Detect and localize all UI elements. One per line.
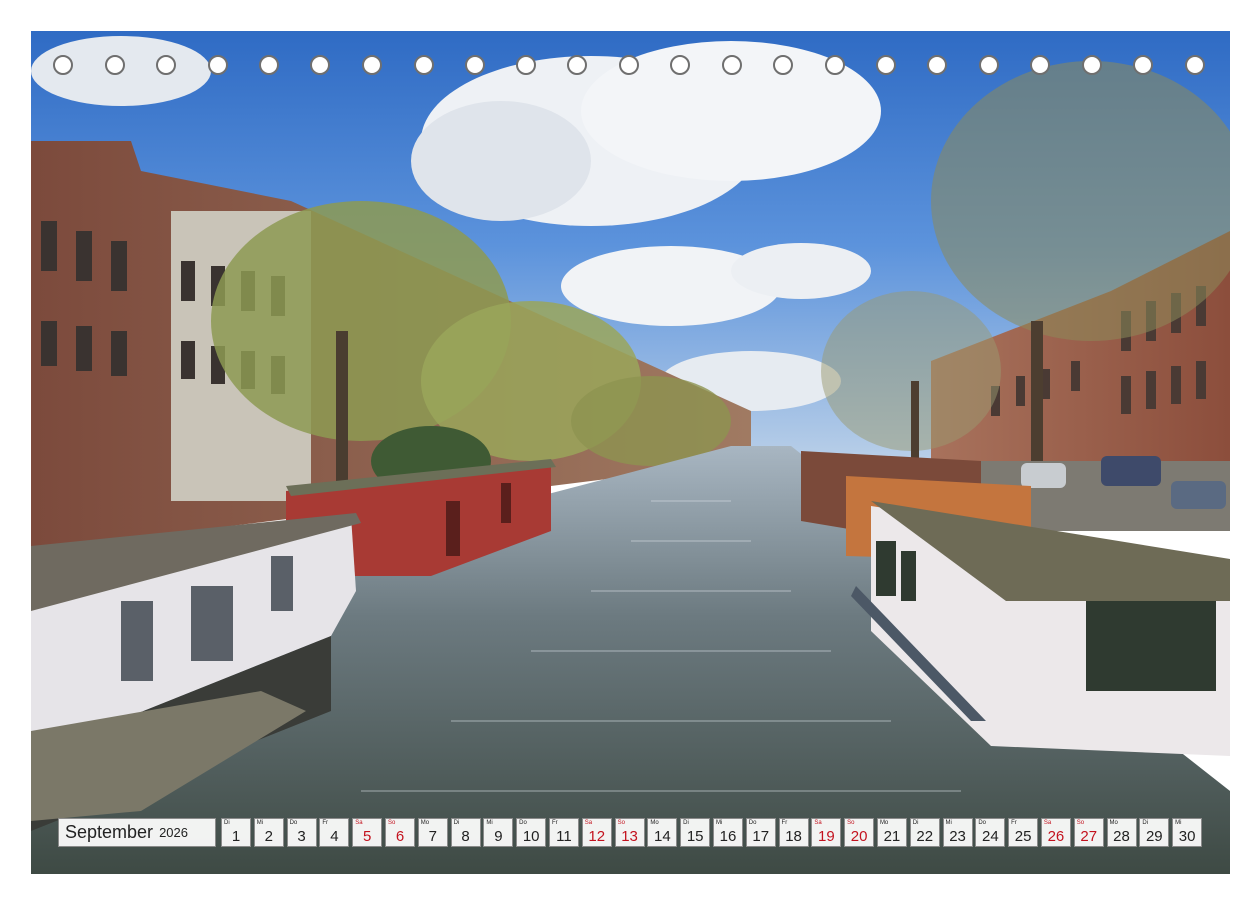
day-number: 8 <box>461 828 470 845</box>
day-cell: Do 10 <box>516 818 547 847</box>
day-number: 3 <box>297 828 306 845</box>
day-number: 4 <box>330 828 339 845</box>
day-cell: Mo 21 <box>876 818 907 847</box>
day-cell: Fr 4 <box>319 818 350 847</box>
day-number: 5 <box>363 828 372 845</box>
day-cell: Mi 16 <box>712 818 743 847</box>
day-cell: Di 8 <box>450 818 481 847</box>
weekday-abbr: Mi <box>256 820 264 826</box>
day-cell: So 27 <box>1073 818 1104 847</box>
weekday-abbr: Mo <box>420 820 430 826</box>
day-cell: Mo 14 <box>647 818 678 847</box>
day-cell: Di 15 <box>680 818 711 847</box>
day-number: 26 <box>1047 828 1065 845</box>
day-number: 27 <box>1080 828 1098 845</box>
day-cell: Fr 18 <box>778 818 809 847</box>
weekday-abbr: Mi <box>715 820 723 826</box>
day-cell: So 20 <box>844 818 875 847</box>
day-cell: Sa 26 <box>1040 818 1071 847</box>
weekday-abbr: Fr <box>1011 820 1017 826</box>
day-number: 22 <box>916 828 934 845</box>
day-cell: Di 22 <box>909 818 940 847</box>
day-number: 25 <box>1014 828 1032 845</box>
day-cell: Fr 25 <box>1008 818 1039 847</box>
weekday-abbr: Fr <box>322 820 329 826</box>
canal-photo <box>31 31 1230 874</box>
weekday-abbr: Fr <box>551 820 558 826</box>
day-number: 1 <box>231 828 241 845</box>
day-number: 9 <box>494 828 503 845</box>
weekday-abbr: Do <box>519 820 527 826</box>
month-name: September <box>65 822 154 842</box>
day-number: 17 <box>752 828 770 845</box>
weekday-abbr: So <box>617 820 625 826</box>
day-number: 13 <box>621 828 638 845</box>
day-number: 10 <box>522 828 540 845</box>
day-cell: Mo 28 <box>1106 818 1137 847</box>
day-number: 6 <box>395 828 405 845</box>
weekday-abbr: Di <box>912 820 919 826</box>
day-number: 18 <box>785 828 802 845</box>
day-cell: So 13 <box>614 818 645 847</box>
day-number: 19 <box>818 828 835 845</box>
weekday-abbr: Mo <box>1109 820 1118 826</box>
day-cell: Di 29 <box>1139 818 1170 847</box>
day-number: 21 <box>883 828 901 845</box>
weekday-abbr: Sa <box>584 820 593 826</box>
day-number: 16 <box>719 828 737 845</box>
day-number: 11 <box>556 828 572 845</box>
day-cell: Mi 2 <box>253 818 284 847</box>
weekday-abbr: So <box>847 820 855 826</box>
weekday-abbr: Di <box>453 820 460 826</box>
day-cell: Mi 30 <box>1172 818 1203 847</box>
weekday-abbr: Sa <box>1043 820 1052 826</box>
weekday-abbr: Fr <box>781 820 788 826</box>
day-cell: Sa 5 <box>352 818 383 847</box>
weekday-abbr: Mi <box>945 820 952 826</box>
weekday-abbr: So <box>387 820 396 826</box>
day-cell: Mi 9 <box>483 818 514 847</box>
day-cell: Mo 7 <box>417 818 448 847</box>
day-cell: Do 24 <box>975 818 1006 847</box>
day-number: 23 <box>949 828 966 845</box>
weekday-abbr: Di <box>1142 820 1148 826</box>
weekday-abbr: Mi <box>1175 820 1182 826</box>
weekday-abbr: So <box>1076 820 1085 826</box>
weekday-abbr: Di <box>224 820 230 826</box>
day-cell: Mi 23 <box>942 818 973 847</box>
weekday-abbr: Do <box>978 820 986 826</box>
day-cell: Sa 12 <box>581 818 612 847</box>
day-number: 7 <box>428 828 437 845</box>
day-cell: Di 1 <box>221 818 251 847</box>
day-number: 14 <box>654 828 671 845</box>
day-number: 12 <box>588 828 606 845</box>
day-number: 30 <box>1178 828 1196 845</box>
day-cells: Di 1 Mi 2 Do 3 Fr 4 Sa 5 So 6 Mo 7 Di 8 Mi 9 Do 10 Fr 11 Sa 12 S… <box>221 818 1205 847</box>
weekday-abbr: Sa <box>814 820 822 826</box>
weekday-abbr: Mi <box>486 820 493 826</box>
day-number: 29 <box>1145 828 1163 845</box>
day-cell: Do 3 <box>286 818 317 847</box>
day-number: 24 <box>981 828 999 845</box>
weekday-abbr: Di <box>683 820 689 826</box>
day-cell: So 6 <box>384 818 415 847</box>
day-number: 15 <box>686 828 704 845</box>
weekday-abbr: Sa <box>355 820 363 826</box>
day-number: 28 <box>1113 828 1130 845</box>
day-cell: Sa 19 <box>811 818 842 847</box>
day-cell: Do 17 <box>745 818 776 847</box>
day-number: 20 <box>850 828 868 845</box>
weekday-abbr: Do <box>289 820 298 826</box>
calendar-strip: September 2026 Di 1 Mi 2 Do 3 Fr 4 Sa 5 So 6 Mo 7 Di 8 M… <box>58 818 1205 847</box>
year-label: 2026 <box>159 825 188 840</box>
weekday-abbr: Mo <box>650 820 659 826</box>
day-number: 2 <box>264 828 273 845</box>
weekday-abbr: Do <box>748 820 757 826</box>
day-cell: Fr 11 <box>548 818 579 847</box>
calendar-page <box>31 31 1230 874</box>
month-label-box: September 2026 <box>58 818 216 847</box>
weekday-abbr: Mo <box>879 820 889 826</box>
